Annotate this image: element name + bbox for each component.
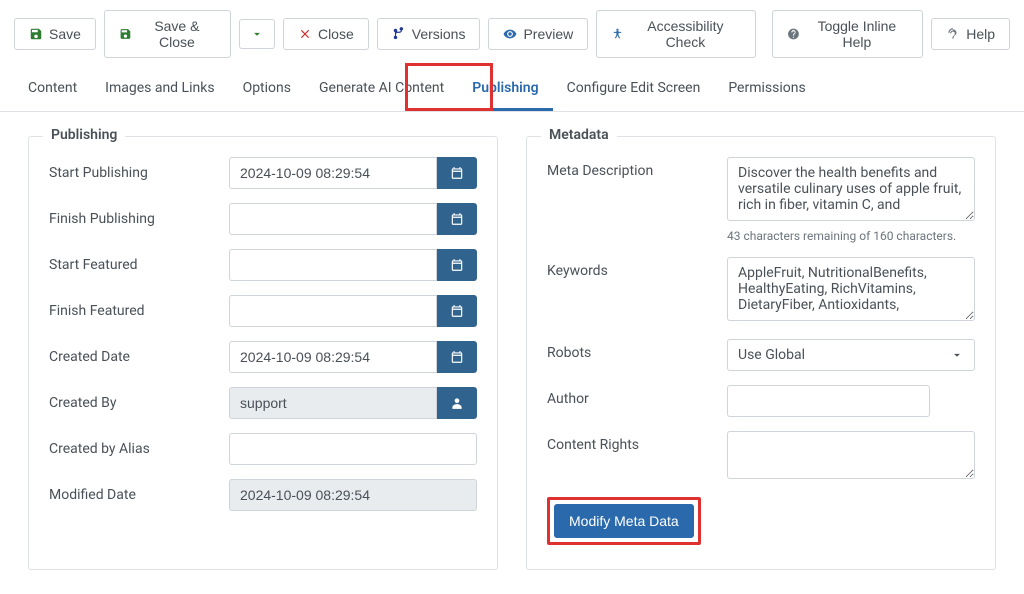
row-start-featured: Start Featured <box>49 249 477 281</box>
modify-highlight-box: Modify Meta Data <box>547 497 701 545</box>
label-robots: Robots <box>547 339 727 371</box>
tab-bar: Content Images and Links Options Generat… <box>0 68 1024 112</box>
label-start-featured: Start Featured <box>49 257 229 273</box>
versions-button[interactable]: Versions <box>377 18 481 50</box>
row-modify-button: Modify Meta Data <box>547 497 975 545</box>
close-icon <box>298 27 312 41</box>
finish-publishing-input[interactable] <box>229 203 437 235</box>
tab-generate-ai[interactable]: Generate AI Content <box>305 68 458 111</box>
label-finish-publishing: Finish Publishing <box>49 211 229 227</box>
tab-options[interactable]: Options <box>229 68 305 111</box>
toggle-help-button[interactable]: Toggle Inline Help <box>772 10 924 58</box>
save-label: Save <box>49 26 81 42</box>
modified-date-input <box>229 479 477 511</box>
keywords-textarea[interactable] <box>727 257 975 321</box>
row-modified-date: Modified Date <box>49 479 477 511</box>
save-button[interactable]: Save <box>14 18 96 50</box>
metadata-panel: Metadata Meta Description 43 characters … <box>526 136 996 570</box>
save-close-label: Save & Close <box>138 18 216 50</box>
meta-description-helper: 43 characters remaining of 160 character… <box>727 229 975 243</box>
label-modified-date: Modified Date <box>49 487 229 503</box>
label-finish-featured: Finish Featured <box>49 303 229 319</box>
row-content-rights: Content Rights <box>547 431 975 483</box>
save-icon <box>29 27 43 41</box>
created-date-input[interactable] <box>229 341 437 373</box>
row-created-by-alias: Created by Alias <box>49 433 477 465</box>
publishing-legend: Publishing <box>43 127 125 143</box>
finish-featured-calendar-button[interactable] <box>437 295 477 327</box>
start-featured-input[interactable] <box>229 249 437 281</box>
top-toolbar: Save Save & Close Close Versions Preview… <box>0 0 1024 68</box>
preview-label: Preview <box>523 26 573 42</box>
tab-configure-edit[interactable]: Configure Edit Screen <box>553 68 715 111</box>
accessibility-label: Accessibility Check <box>630 18 741 50</box>
robots-select[interactable]: Use Global <box>727 339 975 371</box>
calendar-icon <box>450 166 464 180</box>
panels-row: Publishing Start Publishing Finish Publi… <box>0 112 1024 594</box>
row-author: Author <box>547 385 975 417</box>
created-by-input <box>229 387 437 419</box>
publishing-panel: Publishing Start Publishing Finish Publi… <box>28 136 498 570</box>
question-icon <box>946 27 960 41</box>
row-created-date: Created Date <box>49 341 477 373</box>
created-date-calendar-button[interactable] <box>437 341 477 373</box>
eye-icon <box>503 27 517 41</box>
save-close-button[interactable]: Save & Close <box>104 10 231 58</box>
close-label: Close <box>318 26 354 42</box>
label-created-by-alias: Created by Alias <box>49 441 229 457</box>
chevron-down-icon <box>250 27 264 41</box>
label-keywords: Keywords <box>547 257 727 325</box>
content-rights-textarea[interactable] <box>727 431 975 479</box>
row-created-by: Created By <box>49 387 477 419</box>
row-robots: Robots Use Global <box>547 339 975 371</box>
tab-images-links[interactable]: Images and Links <box>91 68 228 111</box>
toggle-help-label: Toggle Inline Help <box>806 18 909 50</box>
question-circle-icon <box>787 27 800 41</box>
created-by-alias-input[interactable] <box>229 433 477 465</box>
row-finish-publishing: Finish Publishing <box>49 203 477 235</box>
label-start-publishing: Start Publishing <box>49 165 229 181</box>
calendar-icon <box>450 304 464 318</box>
start-featured-calendar-button[interactable] <box>437 249 477 281</box>
row-finish-featured: Finish Featured <box>49 295 477 327</box>
help-button[interactable]: Help <box>931 18 1010 50</box>
tab-content[interactable]: Content <box>14 68 91 111</box>
label-content-rights: Content Rights <box>547 431 727 483</box>
row-keywords: Keywords <box>547 257 975 325</box>
accessibility-icon <box>611 27 624 41</box>
start-publishing-input[interactable] <box>229 157 437 189</box>
metadata-legend: Metadata <box>541 127 617 143</box>
preview-button[interactable]: Preview <box>488 18 588 50</box>
branch-icon <box>392 27 406 41</box>
accessibility-button[interactable]: Accessibility Check <box>596 10 755 58</box>
tab-publishing[interactable]: Publishing <box>458 68 552 111</box>
robots-value: Use Global <box>738 347 805 363</box>
close-button[interactable]: Close <box>283 18 369 50</box>
row-meta-description: Meta Description 43 characters remaining… <box>547 157 975 243</box>
label-author: Author <box>547 385 727 417</box>
help-label: Help <box>966 26 995 42</box>
versions-label: Versions <box>412 26 466 42</box>
calendar-icon <box>450 350 464 364</box>
meta-description-textarea[interactable] <box>727 157 975 221</box>
user-icon <box>450 396 464 410</box>
calendar-icon <box>450 212 464 226</box>
tab-permissions[interactable]: Permissions <box>714 68 819 111</box>
label-meta-description: Meta Description <box>547 157 727 243</box>
calendar-icon <box>450 258 464 272</box>
created-by-user-button[interactable] <box>437 387 477 419</box>
author-input[interactable] <box>727 385 930 417</box>
label-created-date: Created Date <box>49 349 229 365</box>
save-icon <box>119 27 132 41</box>
finish-publishing-calendar-button[interactable] <box>437 203 477 235</box>
finish-featured-input[interactable] <box>229 295 437 327</box>
chevron-down-icon <box>950 348 964 362</box>
label-created-by: Created By <box>49 395 229 411</box>
row-start-publishing: Start Publishing <box>49 157 477 189</box>
modify-metadata-button[interactable]: Modify Meta Data <box>554 504 694 538</box>
start-publishing-calendar-button[interactable] <box>437 157 477 189</box>
save-dropdown-button[interactable] <box>239 19 275 49</box>
